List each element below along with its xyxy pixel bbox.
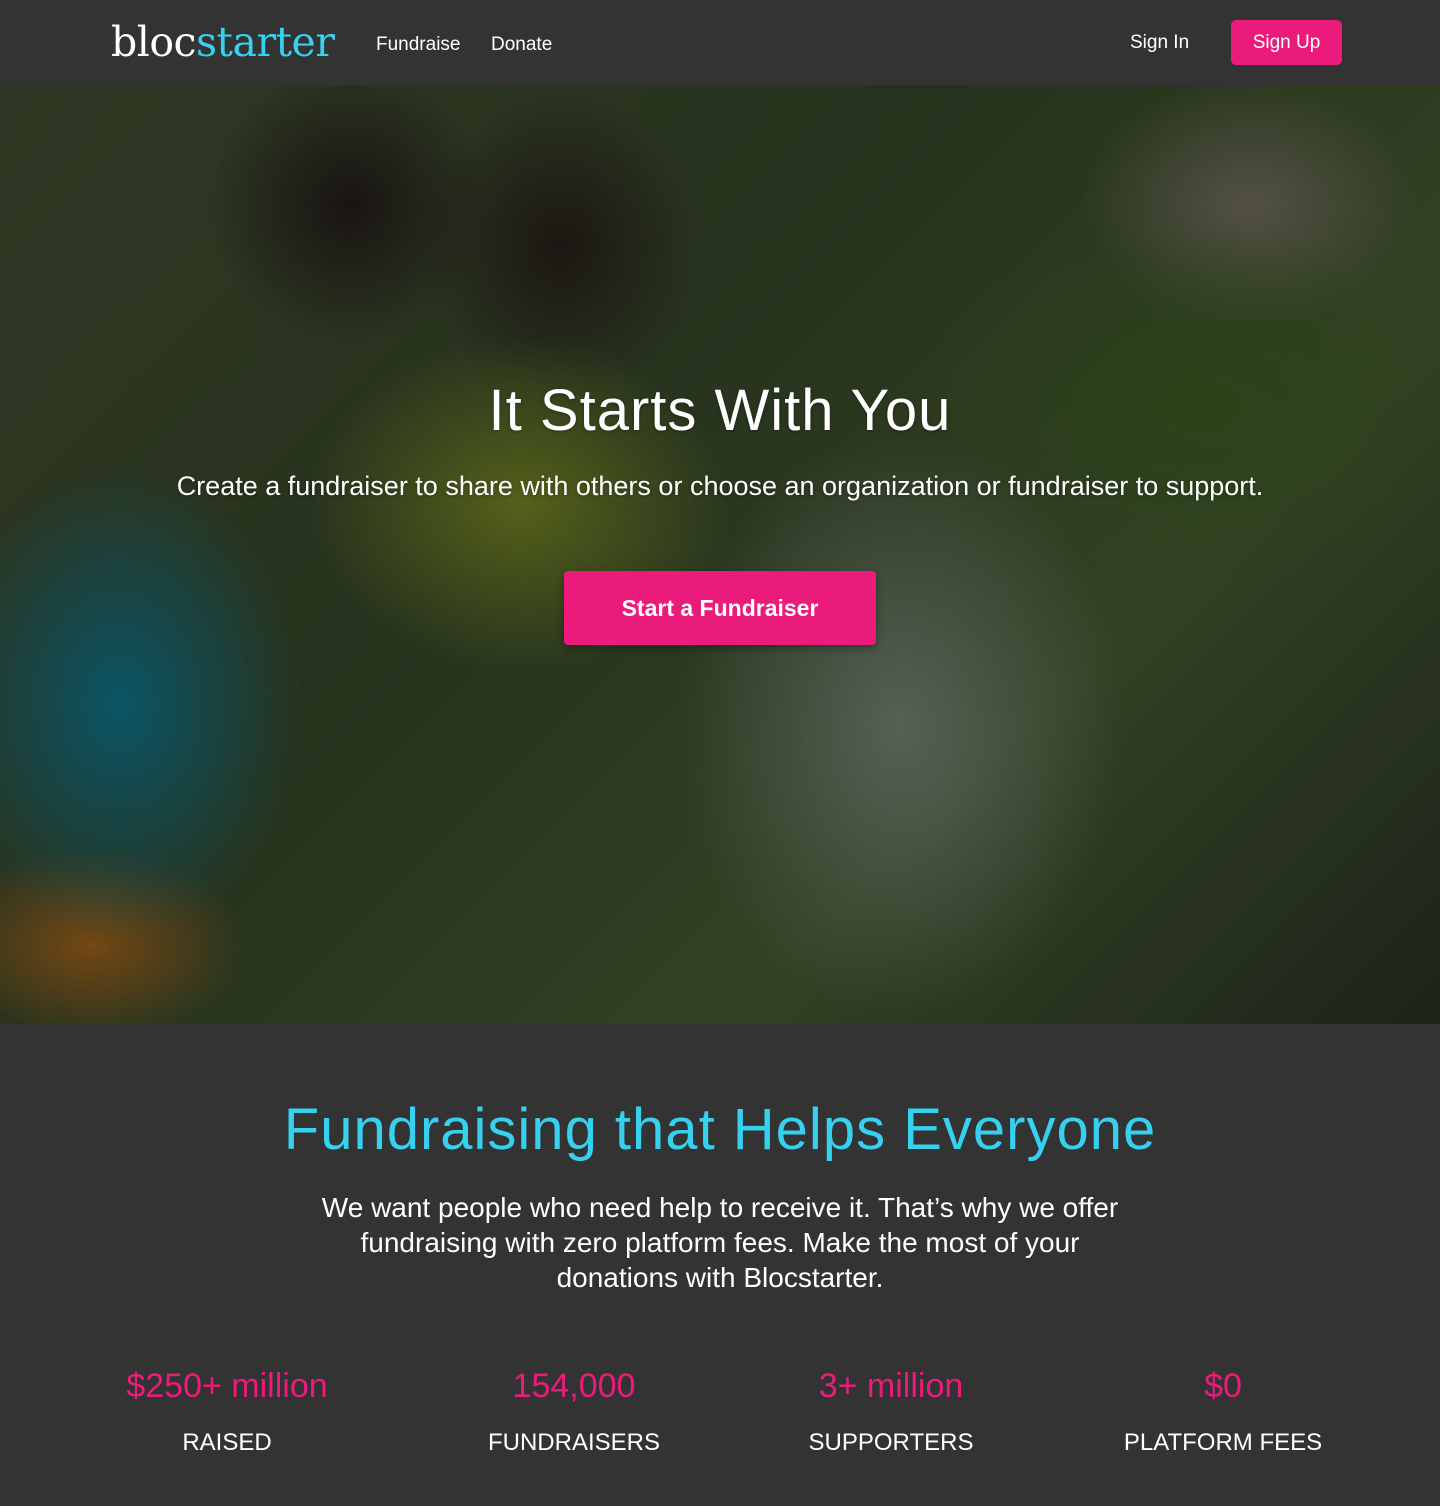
- stat-label: RAISED: [182, 1429, 272, 1456]
- start-fundraiser-button[interactable]: Start a Fundraiser: [564, 571, 876, 645]
- nav-link-donate[interactable]: Donate: [491, 32, 552, 58]
- stat-label: FUNDRAISERS: [487, 1429, 661, 1456]
- hero-subtitle: Create a fundraiser to share with others…: [176, 471, 1264, 501]
- hero-section: It Starts With You Create a fundraiser t…: [0, 85, 1440, 1024]
- nav-link-fundraise[interactable]: Fundraise: [376, 32, 461, 58]
- stat-label: SUPPORTERS: [808, 1429, 974, 1456]
- stat-value: 154,000: [512, 1367, 636, 1405]
- stat-value: $250+ million: [126, 1367, 328, 1405]
- features-section: Fundraising that Helps Everyone We want …: [0, 1024, 1440, 1506]
- stat-supporters: 3+ million SUPPORTERS: [741, 1364, 1041, 1458]
- features-description: We want people who need help to receive …: [321, 1192, 1119, 1293]
- sign-in-link[interactable]: Sign In: [1130, 30, 1189, 56]
- hero-background-image: [0, 85, 1440, 1024]
- hero-title: It Starts With You: [488, 378, 952, 443]
- stat-raised: $250+ million RAISED: [77, 1364, 377, 1458]
- stat-platform-fees: $0 PLATFORM FEES: [1073, 1364, 1373, 1458]
- stat-value: 3+ million: [818, 1367, 964, 1405]
- logo-text-starter: starter: [196, 18, 335, 66]
- stat-value: $0: [1204, 1367, 1242, 1405]
- stat-label: PLATFORM FEES: [1123, 1429, 1323, 1456]
- logo-text-bloc: bloc: [111, 18, 197, 66]
- sign-up-button[interactable]: Sign Up: [1231, 20, 1342, 65]
- top-navbar: blocstarter Fundraise Donate Sign In Sig…: [0, 0, 1440, 85]
- stat-fundraisers: 154,000 FUNDRAISERS: [424, 1364, 724, 1458]
- features-title: Fundraising that Helps Everyone: [283, 1097, 1157, 1162]
- blocstarter-logo[interactable]: blocstarter: [111, 14, 335, 70]
